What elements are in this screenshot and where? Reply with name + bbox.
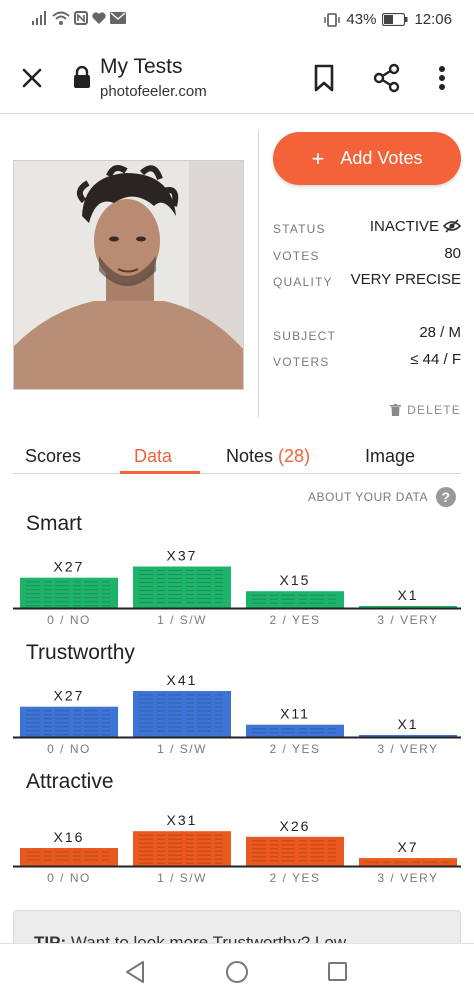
- bar-value-label: X15: [280, 572, 311, 588]
- bar-value-label: X11: [280, 706, 310, 722]
- add-votes-label: Add Votes: [340, 148, 423, 168]
- bar-value-label: X27: [54, 559, 85, 575]
- bookmark-icon[interactable]: [310, 62, 338, 94]
- info-value-votes: 80: [444, 245, 461, 262]
- status-icons-right: 43% 12:06: [324, 11, 452, 28]
- vibrate-icon: [324, 12, 341, 27]
- notes-count-badge: (28): [278, 446, 311, 466]
- wifi-icon: [52, 11, 70, 25]
- bar-value-label: X37: [167, 548, 198, 564]
- delete-label: DELETE: [407, 403, 461, 417]
- info-label-quality: QUALITY: [273, 275, 333, 289]
- tab-image[interactable]: Image: [365, 446, 415, 467]
- chart-bar: [20, 577, 118, 608]
- tab-notes[interactable]: Notes (28): [226, 446, 310, 467]
- test-photo: [13, 160, 244, 390]
- info-value-subject: 28 / M: [419, 324, 461, 341]
- chart-bar: [20, 706, 118, 737]
- category-label: 1 / S/W: [157, 742, 207, 756]
- category-label: 2 / YES: [270, 742, 321, 756]
- category-label: 0 / NO: [47, 613, 91, 627]
- nfc-icon: [74, 11, 88, 25]
- plus-icon: +: [311, 145, 325, 171]
- chart-title-smart: Smart: [26, 512, 83, 535]
- page-title: My Tests: [100, 55, 183, 78]
- status-value: INACTIVE: [369, 218, 439, 235]
- help-icon: ?: [436, 487, 456, 507]
- share-icon[interactable]: [372, 62, 402, 94]
- chart-smart: X27 0 / NO X37 1 / S/W X15 2 / YES X1 3 / VERY: [13, 548, 461, 627]
- app-bar: My Tests photofeeler.com: [0, 40, 474, 114]
- category-label: 1 / S/W: [157, 871, 207, 885]
- chart-bar: [20, 848, 118, 866]
- chart-title-attractive: Attractive: [26, 770, 114, 793]
- info-label-voters: VOTERS: [273, 355, 330, 369]
- chart-bar: [133, 691, 231, 737]
- back-icon[interactable]: [124, 960, 146, 984]
- info-value-status: INACTIVE: [370, 218, 461, 235]
- status-icons-left: [32, 11, 126, 25]
- category-label: 2 / YES: [270, 871, 321, 885]
- bar-value-label: X27: [54, 688, 85, 704]
- tab-scores[interactable]: Scores: [25, 446, 81, 467]
- chart-title-trustworthy: Trustworthy: [26, 641, 135, 664]
- info-value-voters: ≤ 44 / F: [410, 351, 461, 368]
- tab-bar: Scores Data Notes (28) Image: [13, 438, 461, 474]
- lock-icon: [74, 66, 90, 88]
- info-label-votes: VOTES: [273, 249, 320, 263]
- system-nav-bar: [0, 943, 474, 1000]
- clock: 12:06: [414, 11, 452, 28]
- category-label: 1 / S/W: [157, 613, 207, 627]
- category-label: 3 / VERY: [377, 613, 438, 627]
- page-url: photofeeler.com: [100, 83, 207, 100]
- info-label-status: STATUS: [273, 222, 326, 236]
- vertical-divider: [258, 130, 259, 418]
- category-label: 3 / VERY: [377, 871, 438, 885]
- about-label: ABOUT YOUR DATA: [308, 490, 428, 504]
- signal-icon: [32, 11, 46, 25]
- status-bar: 43% 12:06: [0, 0, 474, 40]
- mail-icon: [110, 12, 126, 24]
- battery-percent: 43%: [346, 11, 377, 28]
- bar-value-label: X41: [167, 672, 198, 688]
- info-value-quality: VERY PRECISE: [350, 271, 461, 288]
- chart-attractive: X16 0 / NO X31 1 / S/W X26 2 / YES X7 3 / VERY: [13, 812, 461, 885]
- trash-icon: [390, 404, 402, 416]
- bar-value-label: X26: [280, 818, 311, 834]
- info-label-subject: SUBJECT: [273, 329, 337, 343]
- tab-notes-label: Notes: [226, 446, 274, 466]
- bar-value-label: X7: [397, 839, 418, 855]
- chart-trustworthy: X27 0 / NO X41 1 / S/W X11 2 / YES X1 3 / VERY: [13, 672, 461, 756]
- battery-icon: [382, 13, 408, 26]
- heart-icon: [92, 11, 106, 24]
- chart-bar: [246, 724, 344, 737]
- chart-bar: [133, 831, 231, 866]
- category-label: 2 / YES: [270, 613, 321, 627]
- about-your-data-link[interactable]: ABOUT YOUR DATA ?: [308, 487, 456, 507]
- category-label: 0 / NO: [47, 871, 91, 885]
- category-label: 0 / NO: [47, 742, 91, 756]
- category-label: 3 / VERY: [377, 742, 438, 756]
- close-icon[interactable]: [16, 62, 48, 94]
- tab-data[interactable]: Data: [134, 446, 172, 467]
- chart-bar: [133, 566, 231, 608]
- recents-icon[interactable]: [328, 962, 347, 981]
- more-vert-icon[interactable]: [432, 62, 452, 94]
- delete-button[interactable]: DELETE: [390, 403, 461, 417]
- bar-value-label: X31: [167, 812, 198, 828]
- active-tab-indicator: [120, 471, 200, 474]
- bar-value-label: X1: [397, 587, 418, 603]
- add-votes-button[interactable]: + Add Votes: [273, 132, 461, 185]
- bar-value-label: X1: [397, 716, 418, 732]
- home-icon[interactable]: [226, 961, 248, 983]
- bar-value-label: X16: [54, 829, 85, 845]
- eye-off-icon: [443, 219, 461, 233]
